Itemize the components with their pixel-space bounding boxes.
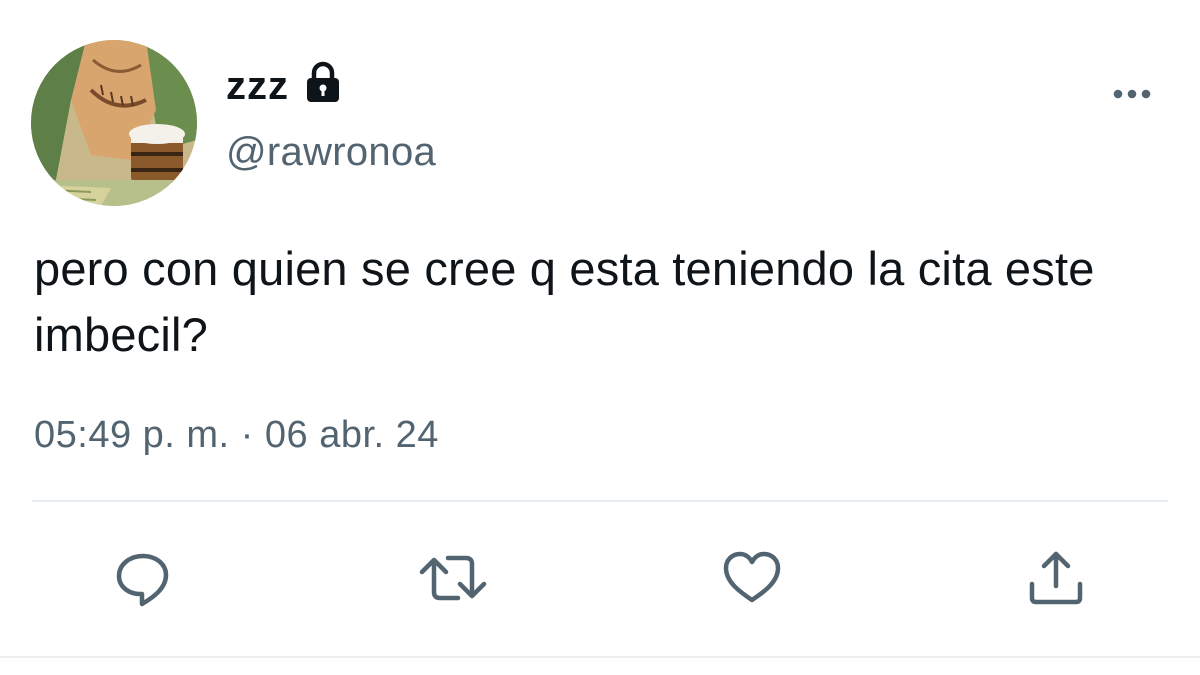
share-icon: [1029, 551, 1083, 605]
reply-button[interactable]: [112, 546, 176, 610]
display-name-row: zzz: [226, 58, 436, 114]
reply-icon: [116, 553, 169, 607]
avatar[interactable]: [31, 40, 197, 206]
lock-icon: [303, 61, 343, 105]
display-name[interactable]: zzz: [226, 64, 289, 109]
tweet-text: pero con quien se cree q esta teniendo l…: [34, 242, 1095, 361]
avatar-image: [31, 40, 197, 206]
more-horizontal-icon: [1113, 89, 1151, 99]
tweet-timestamp[interactable]: 05:49 p. m. · 06 abr. 24: [34, 414, 439, 457]
divider: [32, 500, 1168, 502]
retweet-icon: [419, 555, 487, 601]
share-button[interactable]: [1024, 546, 1088, 610]
user-handle[interactable]: @rawronoa: [226, 130, 436, 175]
bottom-divider: [0, 656, 1200, 658]
more-options-button[interactable]: [1108, 78, 1156, 108]
like-button[interactable]: [720, 546, 784, 610]
tweet-card: zzz @rawronoa pero con quien se cree q e…: [0, 0, 1200, 675]
user-info: zzz @rawronoa: [226, 58, 436, 175]
retweet-button[interactable]: [418, 546, 487, 610]
heart-icon: [723, 551, 781, 603]
